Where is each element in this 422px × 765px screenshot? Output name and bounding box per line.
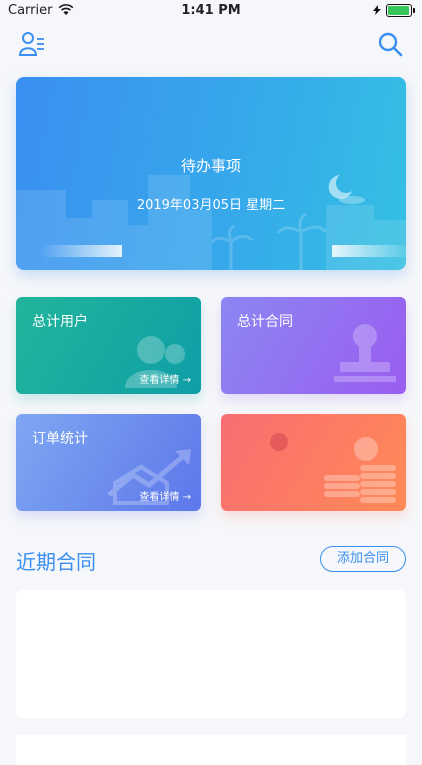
view-details-link[interactable]: 查看详情 →	[139, 488, 191, 503]
charging-icon	[373, 5, 381, 15]
stamp-icon	[334, 324, 396, 382]
card-title: 总计合同	[237, 314, 293, 330]
contract-list-row[interactable]	[16, 735, 406, 765]
banner-title: 待办事项	[180, 157, 241, 175]
todo-banner[interactable]: 待办事项 2019年03月05日 星期二	[16, 77, 406, 270]
banner-decor-left	[40, 245, 122, 257]
arrow-right-icon: →	[182, 492, 191, 503]
revenue-card[interactable]	[221, 414, 406, 511]
view-details-link[interactable]: 查看详情 →	[139, 371, 191, 386]
order-stats-card[interactable]: 订单统计 查看详情 →	[16, 414, 201, 511]
total-contracts-card[interactable]: 总计合同	[221, 297, 406, 394]
banner-date: 2019年03月05日 星期二	[136, 198, 286, 213]
arrow-right-icon: →	[182, 375, 191, 386]
add-contract-button[interactable]: 添加合同	[320, 546, 406, 572]
status-time: 1:41 PM	[181, 3, 241, 18]
recent-contracts-panel	[16, 590, 406, 718]
coin-icon	[270, 433, 288, 451]
banner-decor-right	[332, 245, 406, 257]
search-icon[interactable]	[376, 30, 404, 58]
user-list-icon[interactable]	[18, 30, 46, 58]
total-users-card[interactable]: 总计用户 查看详情 →	[16, 297, 201, 394]
coins-icon	[324, 437, 396, 503]
recent-contracts-title: 近期合同	[16, 550, 96, 574]
battery-icon	[386, 4, 415, 17]
card-title: 总计用户	[32, 314, 88, 330]
status-bar: Carrier 1:41 PM	[0, 0, 422, 22]
card-title: 订单统计	[32, 431, 88, 447]
